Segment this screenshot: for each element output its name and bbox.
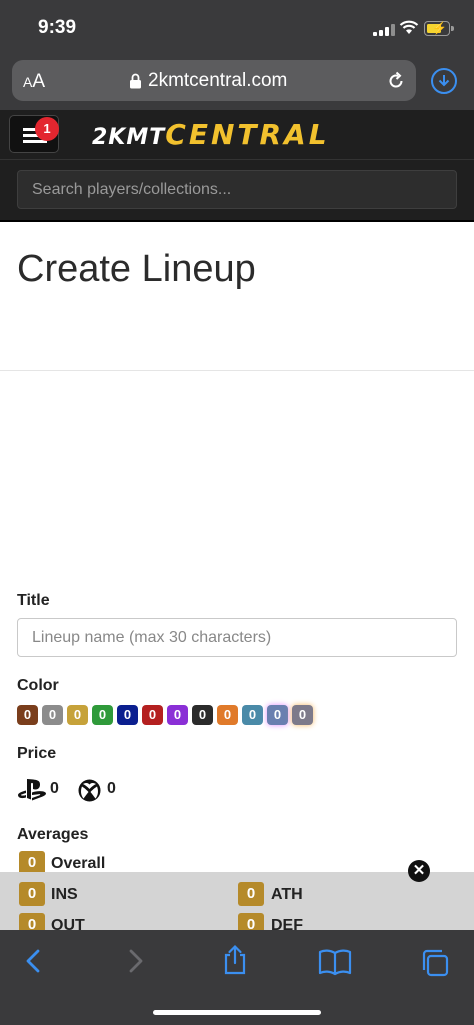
color-swatch[interactable]: 0	[142, 705, 163, 725]
download-icon[interactable]	[431, 68, 457, 94]
color-swatch[interactable]: 0	[167, 705, 188, 725]
browser-bottom-toolbar	[0, 930, 474, 1025]
site-logo[interactable]: 2KMTCENTRAL	[92, 118, 330, 151]
color-swatch[interactable]: 0	[292, 705, 313, 725]
averages-label: Averages	[17, 826, 89, 843]
xbox-icon	[78, 779, 101, 802]
color-label: Color	[17, 677, 59, 694]
playstation-icon	[18, 779, 46, 801]
ad-close-button[interactable]: ✕	[408, 860, 430, 882]
title-label: Title	[17, 592, 50, 609]
color-swatch[interactable]: 0	[67, 705, 88, 725]
price-xbox: 0	[107, 780, 116, 797]
average-label: Overall	[51, 855, 106, 872]
color-swatch[interactable]: 0	[267, 705, 288, 725]
color-swatch[interactable]: 0	[42, 705, 63, 725]
price-playstation: 0	[50, 780, 59, 797]
color-swatch[interactable]: 0	[92, 705, 113, 725]
home-indicator	[153, 1010, 321, 1015]
lineup-title-field	[17, 618, 457, 657]
notification-badge: 1	[35, 117, 59, 141]
color-swatch[interactable]: 0	[117, 705, 138, 725]
average-value: 0	[238, 882, 264, 906]
average-label: ATH	[271, 886, 303, 903]
lock-icon	[130, 73, 141, 89]
address-bar[interactable]: AA 2kmtcentral.com	[12, 60, 416, 101]
player-search	[17, 170, 457, 209]
color-swatch[interactable]: 0	[242, 705, 263, 725]
tabs-icon[interactable]	[420, 948, 450, 978]
reader-settings-button[interactable]: AA	[23, 71, 45, 93]
price-label: Price	[17, 745, 57, 762]
page-title: Create Lineup	[17, 248, 256, 290]
share-icon[interactable]	[221, 944, 249, 976]
average-value: 0	[19, 882, 45, 906]
lineup-name-input[interactable]	[18, 619, 456, 656]
bookmarks-icon[interactable]	[318, 948, 352, 976]
wifi-icon	[399, 20, 419, 34]
site-header: 1 2KMTCENTRAL	[0, 110, 474, 222]
header-divider	[0, 159, 474, 160]
browser-toolbar: AA 2kmtcentral.com	[0, 56, 474, 110]
content-divider	[0, 370, 474, 371]
color-swatch[interactable]: 0	[192, 705, 213, 725]
status-bar: 9:39 ⚡	[0, 0, 474, 56]
color-swatch[interactable]: 0	[217, 705, 238, 725]
average-label: INS	[51, 886, 78, 903]
url-text: 2kmtcentral.com	[148, 70, 288, 91]
logo-text-right: CENTRAL	[165, 118, 330, 151]
clock: 9:39	[38, 17, 77, 38]
ad-overlay: 0 INS 0 ATH 0 OUT 0 DEF	[0, 872, 474, 932]
signal-icon	[373, 24, 395, 36]
back-icon[interactable]	[24, 948, 44, 974]
forward-icon[interactable]	[125, 948, 145, 974]
logo-text-left: 2KMT	[92, 125, 166, 150]
color-swatch[interactable]: 0	[17, 705, 38, 725]
search-input[interactable]	[18, 171, 456, 208]
battery-icon: ⚡	[424, 21, 454, 36]
reload-icon[interactable]	[386, 71, 406, 91]
